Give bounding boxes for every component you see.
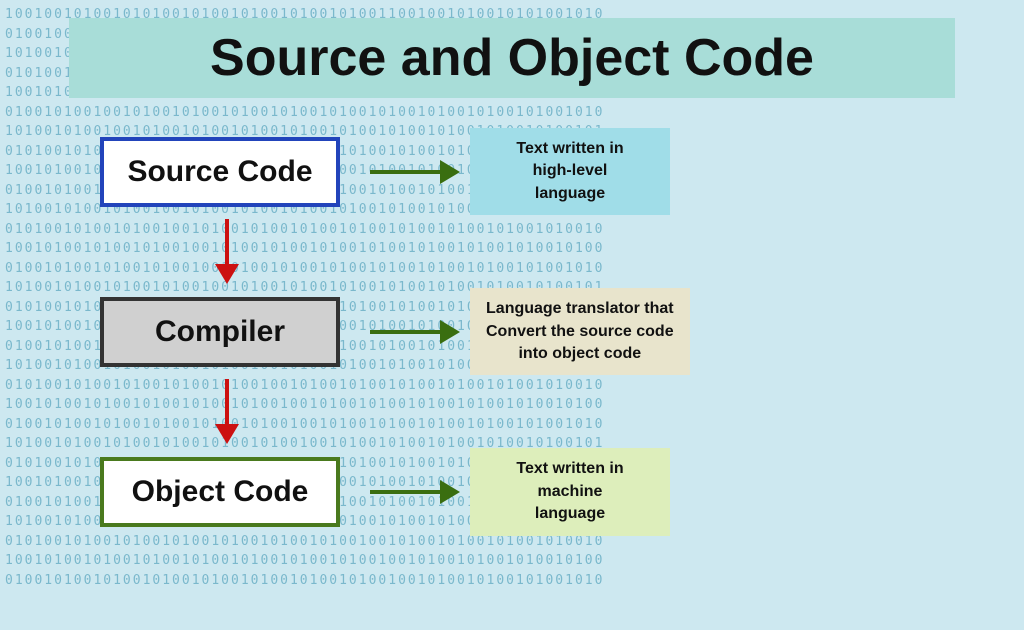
object-arrow-right xyxy=(370,480,460,504)
compiler-arrow-line xyxy=(370,330,440,334)
page-title: Source and Object Code xyxy=(99,28,925,88)
object-arrow-line xyxy=(370,490,440,494)
compiler-description: Language translator thatConvert the sour… xyxy=(470,288,690,375)
down-arrow-1 xyxy=(215,215,239,288)
object-desc-text: Text written inmachinelanguage xyxy=(516,460,623,522)
compiler-desc-text: Language translator thatConvert the sour… xyxy=(486,300,674,362)
down-arrow-2-line xyxy=(225,379,229,424)
object-arrow-head xyxy=(440,480,460,504)
down-arrow-1-head xyxy=(215,264,239,284)
source-description: Text written inhigh-levellanguage xyxy=(470,128,670,215)
down-arrow-2-head xyxy=(215,424,239,444)
compiler-arrow-head xyxy=(440,320,460,344)
source-desc-text: Text written inhigh-levellanguage xyxy=(516,140,623,202)
source-arrow-head xyxy=(440,160,460,184)
compiler-row: Compiler Language translator thatConvert… xyxy=(100,288,690,375)
title-box: Source and Object Code xyxy=(69,18,955,98)
down-arrow-2 xyxy=(215,375,239,448)
diagram: Source Code Text written inhigh-levellan… xyxy=(20,128,1004,536)
source-code-box: Source Code xyxy=(100,137,340,207)
object-code-box: Object Code xyxy=(100,457,340,527)
source-row: Source Code Text written inhigh-levellan… xyxy=(100,128,670,215)
object-description: Text written inmachinelanguage xyxy=(470,448,670,535)
down-arrow-1-line xyxy=(225,219,229,264)
compiler-arrow-right xyxy=(370,320,460,344)
source-arrow-line xyxy=(370,170,440,174)
source-arrow-right xyxy=(370,160,460,184)
object-row: Object Code Text written inmachinelangua… xyxy=(100,448,670,535)
compiler-box: Compiler xyxy=(100,297,340,367)
